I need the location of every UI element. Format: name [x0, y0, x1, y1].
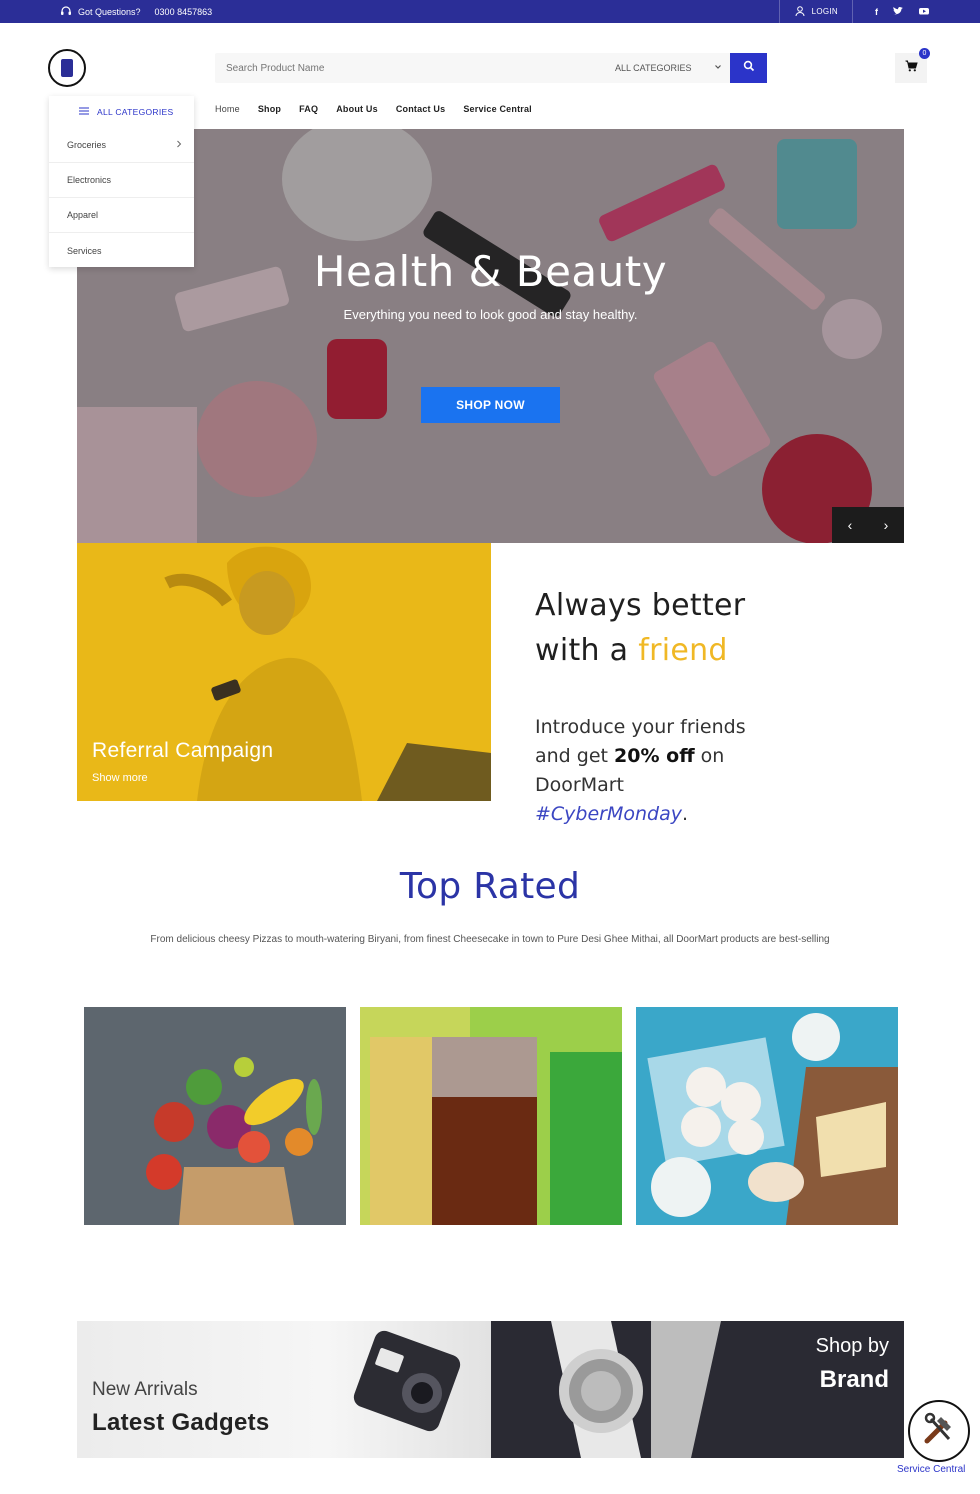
- shop-now-button[interactable]: SHOP NOW: [421, 387, 560, 423]
- shop-by-label: Shop by: [815, 1335, 889, 1357]
- facebook-icon[interactable]: f: [875, 7, 878, 17]
- main-nav: Home Shop FAQ About Us Contact Us Servic…: [215, 104, 532, 120]
- search-bar: ALL CATEGORIES: [215, 53, 767, 83]
- top-bar: Got Questions? 0300 8457863 LOGIN f: [0, 0, 980, 23]
- category-item-apparel[interactable]: Apparel: [49, 198, 194, 233]
- brand-title: Brand: [819, 1366, 889, 1393]
- category-select-value: ALL CATEGORIES: [615, 63, 692, 73]
- category-menu: ALL CATEGORIES Groceries Electronics App…: [49, 96, 194, 267]
- latest-gadgets-title: Latest Gadgets: [92, 1409, 270, 1436]
- cyber-monday-hashtag[interactable]: #CyberMonday: [535, 803, 682, 825]
- nav-home[interactable]: Home: [215, 104, 240, 120]
- category-item-label: Groceries: [67, 140, 107, 150]
- category-item-groceries[interactable]: Groceries: [49, 128, 194, 163]
- headset-icon: [60, 5, 72, 19]
- questions-label: Got Questions?: [78, 6, 141, 17]
- login-label: LOGIN: [811, 7, 838, 16]
- cart-button[interactable]: 0: [895, 48, 930, 83]
- slider-prev-button[interactable]: ‹: [832, 507, 868, 543]
- search-input[interactable]: [215, 53, 610, 83]
- new-arrivals-banner[interactable]: New Arrivals Latest Gadgets: [77, 1321, 491, 1458]
- friend-highlight: friend: [638, 633, 728, 668]
- category-item-label: Services: [67, 245, 102, 256]
- referral-title: Referral Campaign: [92, 739, 274, 762]
- hero-title: Health & Beauty: [313, 247, 668, 296]
- friend-heading: Always better with a friend: [535, 583, 855, 673]
- top-rated-description: From delicious cheesy Pizzas to mouth-wa…: [150, 934, 830, 945]
- friend-heading-line1: Always better: [535, 588, 746, 623]
- discount-text: 20% off: [614, 745, 695, 767]
- friend-description-line4: #CyberMonday.: [535, 803, 689, 825]
- logo-mark: [61, 59, 73, 77]
- category-item-label: Apparel: [67, 210, 99, 220]
- friend-description-line1: Introduce your friends: [535, 716, 746, 738]
- category-menu-title: ALL CATEGORIES: [97, 107, 174, 117]
- search-icon: [743, 59, 755, 77]
- referral-banner[interactable]: Referral Campaign Show more: [77, 543, 491, 801]
- referral-show-more-link[interactable]: Show more: [92, 772, 148, 784]
- friend-description-line3: DoorMart: [535, 774, 624, 796]
- social-links: f: [853, 5, 980, 19]
- service-central-button[interactable]: [908, 1400, 970, 1462]
- search-button[interactable]: [730, 53, 767, 83]
- shop-by-brand-banner[interactable]: Shop by Brand: [491, 1321, 904, 1458]
- user-icon: [794, 5, 806, 19]
- login-link[interactable]: LOGIN: [778, 0, 853, 23]
- friend-description-line2: and get 20% off on: [535, 745, 725, 767]
- category-select[interactable]: ALL CATEGORIES: [615, 53, 730, 83]
- category-menu-header[interactable]: ALL CATEGORIES: [49, 96, 194, 128]
- friend-promo: Always better with a friend Introduce yo…: [535, 583, 855, 829]
- nav-service-central[interactable]: Service Central: [463, 104, 532, 120]
- slider-controls: ‹ ›: [832, 507, 904, 543]
- twitter-icon[interactable]: [892, 5, 904, 19]
- category-item-electronics[interactable]: Electronics: [49, 163, 194, 198]
- product-tile-dairy[interactable]: [636, 1007, 898, 1225]
- action-camera-image: [353, 1330, 461, 1432]
- nav-contact-us[interactable]: Contact Us: [396, 104, 446, 120]
- site-logo[interactable]: [48, 49, 86, 87]
- friend-description: Introduce your friends and get 20% off o…: [535, 713, 855, 829]
- product-tile-drinks[interactable]: [360, 1007, 622, 1225]
- groceries-image: [84, 1007, 346, 1225]
- top-rated-title: Top Rated: [399, 866, 581, 907]
- tools-icon: [919, 1409, 959, 1454]
- service-central-label[interactable]: Service Central: [897, 1464, 965, 1475]
- brand-watch-image: [551, 1321, 721, 1458]
- page: Got Questions? 0300 8457863 LOGIN f Sear…: [0, 0, 980, 1494]
- youtube-icon[interactable]: [918, 5, 930, 19]
- nav-shop[interactable]: Shop: [258, 104, 281, 120]
- product-tile-groceries[interactable]: [84, 1007, 346, 1225]
- contact-info: Got Questions? 0300 8457863: [60, 0, 212, 23]
- dairy-image: [636, 1007, 898, 1225]
- hero-slider: Health & Beauty Everything you need to l…: [77, 129, 904, 543]
- chevron-right-icon: [176, 140, 182, 150]
- category-item-services[interactable]: Services: [49, 233, 194, 268]
- nav-about-us[interactable]: About Us: [336, 104, 378, 120]
- drinks-image: [360, 1007, 622, 1225]
- nav-faq[interactable]: FAQ: [299, 104, 318, 120]
- chevron-down-icon: [714, 63, 722, 73]
- category-item-label: Electronics: [67, 175, 112, 185]
- cart-icon: [905, 59, 918, 77]
- phone-number[interactable]: 0300 8457863: [155, 7, 213, 17]
- hero-subtitle: Everything you need to look good and sta…: [343, 307, 638, 322]
- hero-overlay: [77, 129, 904, 543]
- slider-next-button[interactable]: ›: [868, 507, 904, 543]
- friend-heading-line2: with a friend: [535, 633, 728, 668]
- hamburger-icon: [79, 107, 89, 117]
- cart-count-badge: 0: [919, 48, 930, 59]
- new-arrivals-label: New Arrivals: [92, 1379, 198, 1400]
